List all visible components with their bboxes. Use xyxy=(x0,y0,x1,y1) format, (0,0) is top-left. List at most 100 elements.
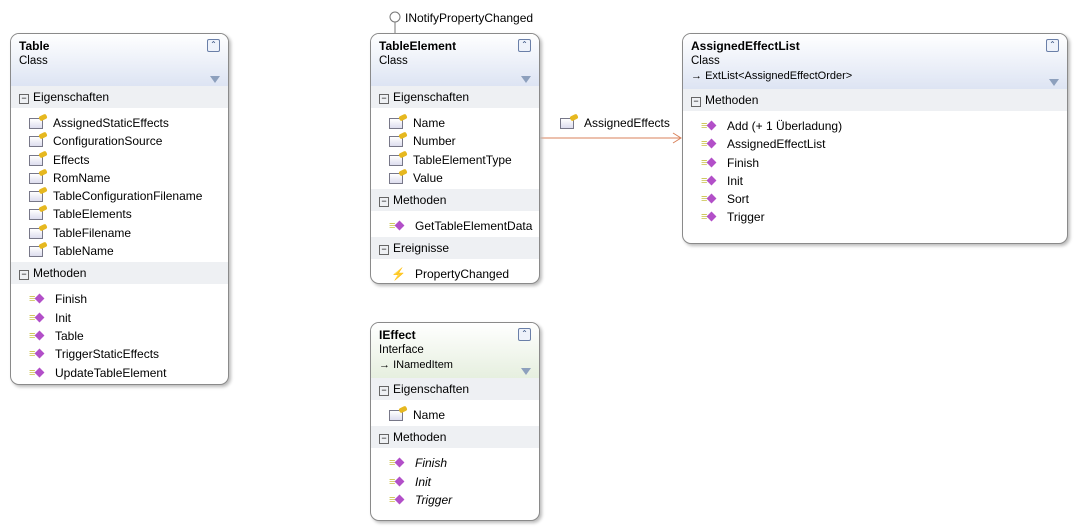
section-label: Eigenschaften xyxy=(393,90,470,104)
property-icon xyxy=(389,154,403,166)
collapse-minus-icon[interactable]: − xyxy=(379,434,389,445)
member-name: Trigger xyxy=(727,210,765,225)
section-eigenschaften[interactable]: − Eigenschaften xyxy=(371,86,539,108)
member-item[interactable]: PropertyChanged xyxy=(371,265,539,283)
lollipop-interface-icon xyxy=(389,11,401,23)
member-name: AssignedEffectList xyxy=(727,137,826,152)
method-icon xyxy=(29,364,45,382)
method-icon xyxy=(701,190,717,208)
method-icon xyxy=(701,172,717,190)
section-label: Eigenschaften xyxy=(33,90,110,104)
shape-title: IEffect xyxy=(379,328,416,342)
filter-icon[interactable] xyxy=(1049,79,1059,86)
member-item[interactable]: Name xyxy=(371,406,539,424)
member-item[interactable]: TableConfigurationFilename xyxy=(11,187,228,205)
member-name: Init xyxy=(415,474,432,489)
section-methoden[interactable]: − Methoden xyxy=(371,189,539,212)
tableelement-shape[interactable]: TableElement Class ⌃ − Eigenschaften Name Num… xyxy=(370,33,540,284)
assignedeffectlist-shape[interactable]: AssignedEffectList Class → ExtList<Assign… xyxy=(682,33,1068,244)
filter-icon[interactable] xyxy=(521,368,531,375)
member-item[interactable]: Finish xyxy=(683,154,1067,172)
section-eigenschaften[interactable]: − Eigenschaften xyxy=(11,86,228,108)
double-chevron-up-icon[interactable]: ⌃ xyxy=(518,39,531,52)
shape-title: AssignedEffectList xyxy=(691,39,800,53)
collapse-minus-icon[interactable]: − xyxy=(379,386,389,396)
member-item[interactable]: TableName xyxy=(11,242,228,260)
member-item[interactable]: GetTableElementData xyxy=(371,217,539,235)
filter-icon[interactable] xyxy=(210,76,220,83)
member-item[interactable]: TableElementType xyxy=(371,151,539,169)
member-item[interactable]: Table xyxy=(11,327,228,345)
member-item[interactable]: Trigger xyxy=(371,491,539,509)
member-item[interactable]: TableFilename xyxy=(11,224,228,242)
filter-icon[interactable] xyxy=(521,76,531,83)
shape-kind: Class xyxy=(379,55,408,67)
property-icon xyxy=(389,172,403,184)
section-methoden[interactable]: − Methoden xyxy=(371,426,539,449)
property-icon xyxy=(29,172,43,184)
method-icon xyxy=(29,345,45,363)
member-item[interactable]: Finish xyxy=(371,454,539,472)
section-methoden[interactable]: − Methoden xyxy=(11,262,228,285)
shape-title: Table xyxy=(19,39,50,53)
member-item[interactable]: Add (+ 1 Überladung) xyxy=(683,117,1067,135)
member-item[interactable]: Number xyxy=(371,132,539,150)
shape-header: TableElement Class ⌃ xyxy=(371,34,539,86)
member-name: TableFilename xyxy=(53,225,132,240)
member-name: AssignedStaticEffects xyxy=(53,116,169,130)
base-type: → ExtList<AssignedEffectOrder> xyxy=(691,70,853,82)
section-methoden[interactable]: − Methoden xyxy=(683,89,1067,111)
section-label: Eigenschaften xyxy=(393,382,470,396)
member-name: Finish xyxy=(415,456,448,471)
member-item[interactable]: Value xyxy=(371,169,539,187)
member-name: Init xyxy=(727,173,744,188)
method-icon xyxy=(701,154,717,172)
double-chevron-up-icon[interactable]: ⌃ xyxy=(207,39,220,52)
method-icon xyxy=(389,454,405,472)
section-eigenschaften[interactable]: − Eigenschaften xyxy=(371,378,539,400)
member-item[interactable]: RomName xyxy=(11,169,228,187)
member-name: TableElementType xyxy=(413,152,512,167)
section-ereignisse[interactable]: − Ereignisse xyxy=(371,237,539,260)
collapse-minus-icon[interactable]: − xyxy=(379,197,389,208)
member-item[interactable]: TriggerStaticEffects xyxy=(11,345,228,363)
double-chevron-up-icon[interactable]: ⌃ xyxy=(1046,39,1059,52)
shape-title: TableElement xyxy=(379,39,457,53)
member-name: TriggerStaticEffects xyxy=(55,347,160,362)
member-item[interactable]: Effects xyxy=(11,151,228,169)
member-item[interactable]: UpdateTableElement xyxy=(11,364,228,382)
collapse-minus-icon[interactable]: − xyxy=(379,94,389,104)
member-name: Table xyxy=(55,328,84,343)
lollipop-label: INotifyPropertyChanged xyxy=(405,11,534,25)
member-item[interactable]: AssignedStaticEffects xyxy=(11,114,228,132)
member-item[interactable]: Sort xyxy=(683,190,1067,208)
property-icon xyxy=(29,191,43,203)
ieffect-shape[interactable]: IEffect Interface → INamedItem ⌃ − Eigenscha… xyxy=(370,322,540,521)
collapse-minus-icon[interactable]: − xyxy=(19,270,29,281)
member-name: Add (+ 1 Überladung) xyxy=(727,119,843,133)
member-name: GetTableElementData xyxy=(415,219,533,234)
member-name: TableConfigurationFilename xyxy=(53,189,203,204)
member-item[interactable]: Trigger xyxy=(683,208,1067,226)
table-shape[interactable]: Table Class ⌃ − Eigenschaften AssignedStatic… xyxy=(10,33,229,385)
collapse-minus-icon[interactable]: − xyxy=(691,97,701,107)
base-type-name: ExtList<AssignedEffectOrder> xyxy=(705,70,853,82)
collapse-minus-icon[interactable]: − xyxy=(379,245,389,256)
member-item[interactable]: AssignedEffectList xyxy=(683,135,1067,153)
member-item[interactable]: TableElements xyxy=(11,205,228,223)
association-label[interactable]: AssignedEffects xyxy=(560,116,670,130)
member-item[interactable]: Name xyxy=(371,114,539,132)
property-icon xyxy=(560,118,574,129)
member-item[interactable]: Finish xyxy=(11,290,228,308)
collapse-minus-icon[interactable]: − xyxy=(19,94,29,104)
member-item[interactable]: Init xyxy=(11,309,228,327)
member-item[interactable]: ConfigurationSource xyxy=(11,132,228,150)
member-name: Sort xyxy=(727,192,750,207)
section-label: Methoden xyxy=(705,93,759,107)
double-chevron-up-icon[interactable]: ⌃ xyxy=(518,328,531,341)
member-item[interactable]: Init xyxy=(683,172,1067,190)
property-icon xyxy=(29,246,43,258)
association-name: AssignedEffects xyxy=(584,116,670,130)
member-item[interactable]: Init xyxy=(371,473,539,491)
shape-header: AssignedEffectList Class → ExtList<Assign… xyxy=(683,34,1067,89)
